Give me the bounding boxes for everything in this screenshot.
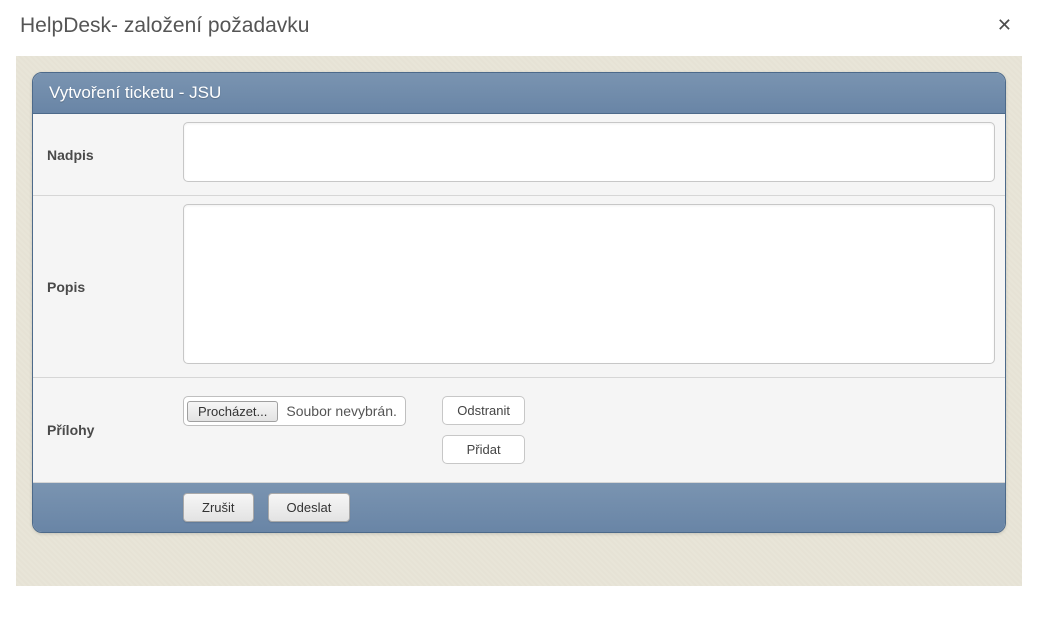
attachment-line: Procházet... Soubor nevybrán. Odstranit …: [183, 396, 995, 464]
description-field-wrap: [183, 196, 1005, 377]
modal-header: HelpDesk- založení požadavku ✕: [0, 0, 1038, 56]
add-attachment-button[interactable]: Přidat: [442, 435, 525, 464]
description-input[interactable]: [183, 204, 995, 364]
close-icon[interactable]: ✕: [991, 14, 1018, 36]
attachment-picker: Procházet... Soubor nevybrán.: [183, 396, 406, 426]
form-row-attachments: Přílohy Procházet... Soubor nevybrán. Od…: [33, 378, 1005, 483]
attachment-actions: Odstranit Přidat: [442, 396, 995, 464]
file-status-text: Soubor nevybrán.: [286, 403, 397, 419]
attachments-label: Přílohy: [33, 378, 183, 482]
file-input-widget[interactable]: Procházet... Soubor nevybrán.: [183, 396, 406, 426]
subject-input[interactable]: [183, 122, 995, 182]
panel-title: Vytvoření ticketu - JSU: [33, 73, 1005, 114]
panel-body: Nadpis Popis Přílohy Procházet..: [33, 114, 1005, 483]
modal-title: HelpDesk- založení požadavku: [20, 14, 310, 38]
submit-button[interactable]: Odeslat: [268, 493, 351, 522]
ticket-panel: Vytvoření ticketu - JSU Nadpis Popis Pří…: [32, 72, 1006, 533]
form-row-subject: Nadpis: [33, 114, 1005, 196]
browse-button[interactable]: Procházet...: [187, 401, 278, 422]
panel-footer: Zrušit Odeslat: [33, 483, 1005, 532]
description-label: Popis: [33, 196, 183, 377]
cancel-button[interactable]: Zrušit: [183, 493, 254, 522]
attachments-field-wrap: Procházet... Soubor nevybrán. Odstranit …: [183, 378, 1005, 482]
subject-label: Nadpis: [33, 114, 183, 195]
subject-field-wrap: [183, 114, 1005, 195]
form-row-description: Popis: [33, 196, 1005, 378]
modal-body: Vytvoření ticketu - JSU Nadpis Popis Pří…: [16, 56, 1022, 586]
remove-attachment-button[interactable]: Odstranit: [442, 396, 525, 425]
